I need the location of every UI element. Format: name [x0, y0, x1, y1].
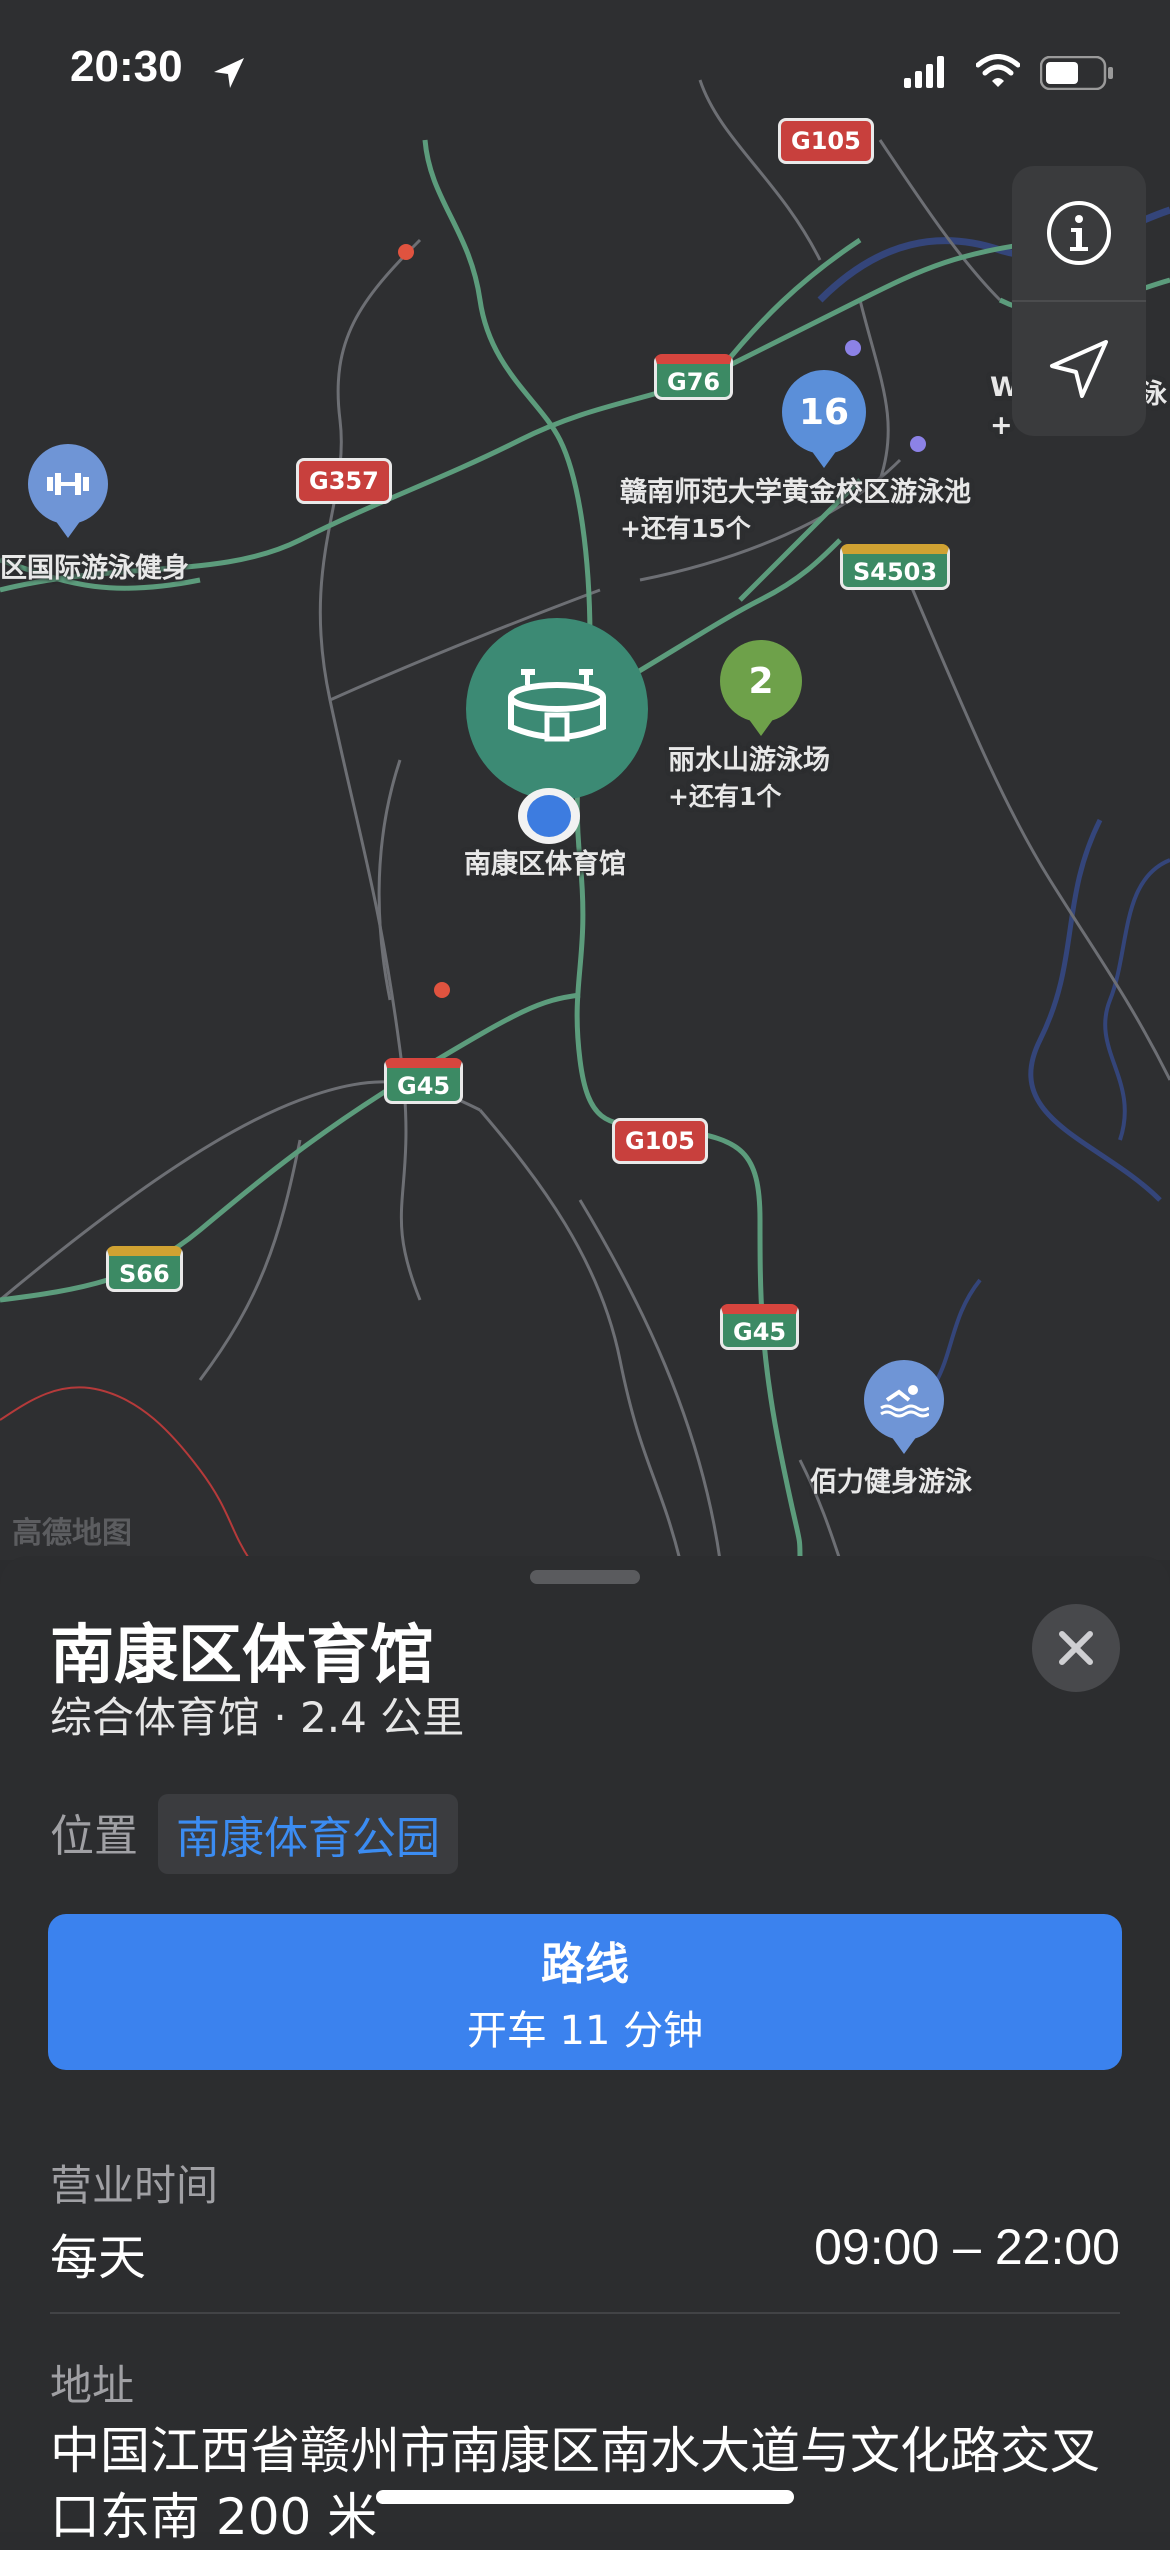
- poi-dot[interactable]: [398, 244, 414, 260]
- location-arrow-icon: [214, 58, 244, 88]
- poi-dot[interactable]: [434, 982, 450, 998]
- highway-shield-g105: G105: [612, 1118, 708, 1164]
- close-icon: [1059, 1631, 1093, 1665]
- route-button[interactable]: 路线 开车 11 分钟: [48, 1914, 1122, 2070]
- map-watermark: 高德地图: [12, 1516, 132, 1551]
- address-label: 地址: [50, 2361, 135, 2410]
- hours-label: 营业时间: [50, 2161, 219, 2210]
- highway-shield-g76: G76: [654, 354, 734, 400]
- cluster-pin-16[interactable]: 16: [782, 370, 866, 454]
- highway-shield-s4503: S4503: [840, 544, 951, 590]
- gym-pin[interactable]: [28, 444, 108, 524]
- hours-time: 09:00 – 22:00: [814, 2219, 1120, 2275]
- cluster-title: 丽水山游泳场: [668, 745, 830, 776]
- location-label: 位置: [50, 1811, 138, 1862]
- cluster-label-16[interactable]: 赣南师范大学黄金校区游泳池 +还有15个: [620, 470, 971, 545]
- highway-shield-g357: G357: [296, 458, 392, 504]
- cluster-more: +还有1个: [668, 782, 782, 811]
- poi-dot[interactable]: [845, 340, 861, 356]
- hours-days: 每天: [50, 2230, 147, 2286]
- home-indicator[interactable]: [376, 2490, 794, 2504]
- signal-icon: [904, 56, 944, 88]
- address-text[interactable]: 中国江西省赣州市南康区南水大道与文化路交叉口东南 200 米: [50, 2418, 1130, 2550]
- partial-label: +: [990, 410, 1013, 441]
- swimming-icon: [880, 1385, 929, 1418]
- highway-shield-s66: S66: [106, 1246, 183, 1292]
- sheet-grabber[interactable]: [530, 1570, 640, 1584]
- selected-place-pin[interactable]: [466, 618, 648, 800]
- status-bar: 20:30: [0, 0, 1170, 140]
- selected-place-label[interactable]: 南康区体育馆: [464, 842, 626, 881]
- stadium-icon: [508, 669, 606, 742]
- locate-me-button[interactable]: [1012, 302, 1146, 436]
- cluster-title: 赣南师范大学黄金校区游泳池: [620, 477, 971, 508]
- navigation-arrow-icon: [1050, 340, 1108, 398]
- place-title: 南康区体育馆: [50, 1619, 434, 1691]
- status-time: 20:30: [70, 42, 183, 91]
- info-button[interactable]: [1012, 166, 1146, 300]
- map-controls: [1012, 166, 1146, 436]
- cluster-label-2[interactable]: 丽水山游泳场 +还有1个: [668, 738, 830, 813]
- place-sheet: 南康区体育馆 综合体育馆 · 2.4 公里 位置 南康体育公园 路线 开车 11…: [0, 1556, 1170, 2546]
- gym-label[interactable]: 区国际游泳健身: [0, 546, 189, 585]
- highway-shield-g45: G45: [384, 1058, 464, 1104]
- battery-icon: [1040, 56, 1113, 90]
- swim-label[interactable]: 佰力健身游泳: [810, 1460, 972, 1499]
- place-subtitle: 综合体育馆 · 2.4 公里: [50, 1693, 465, 1742]
- location-link[interactable]: 南康体育公园: [158, 1794, 458, 1874]
- cluster-more: +还有15个: [620, 514, 751, 543]
- dumbbell-icon: [47, 473, 89, 495]
- info-icon: [1047, 201, 1111, 265]
- section-divider: [50, 2312, 1120, 2314]
- close-button[interactable]: [1032, 1604, 1120, 1692]
- current-location-marker: [518, 788, 580, 844]
- route-duration: 开车 11 分钟: [466, 2008, 704, 2054]
- map-view[interactable]: G105 G76 G357 S4503 G45 G105 S66 G45 区国际…: [0, 0, 1170, 1560]
- cluster-pin-2[interactable]: 2: [720, 640, 802, 722]
- route-title: 路线: [541, 1939, 629, 1990]
- wifi-icon: [976, 54, 1020, 87]
- poi-dot[interactable]: [910, 436, 926, 452]
- swim-pin[interactable]: [864, 1360, 944, 1440]
- highway-shield-g45-south: G45: [720, 1304, 800, 1350]
